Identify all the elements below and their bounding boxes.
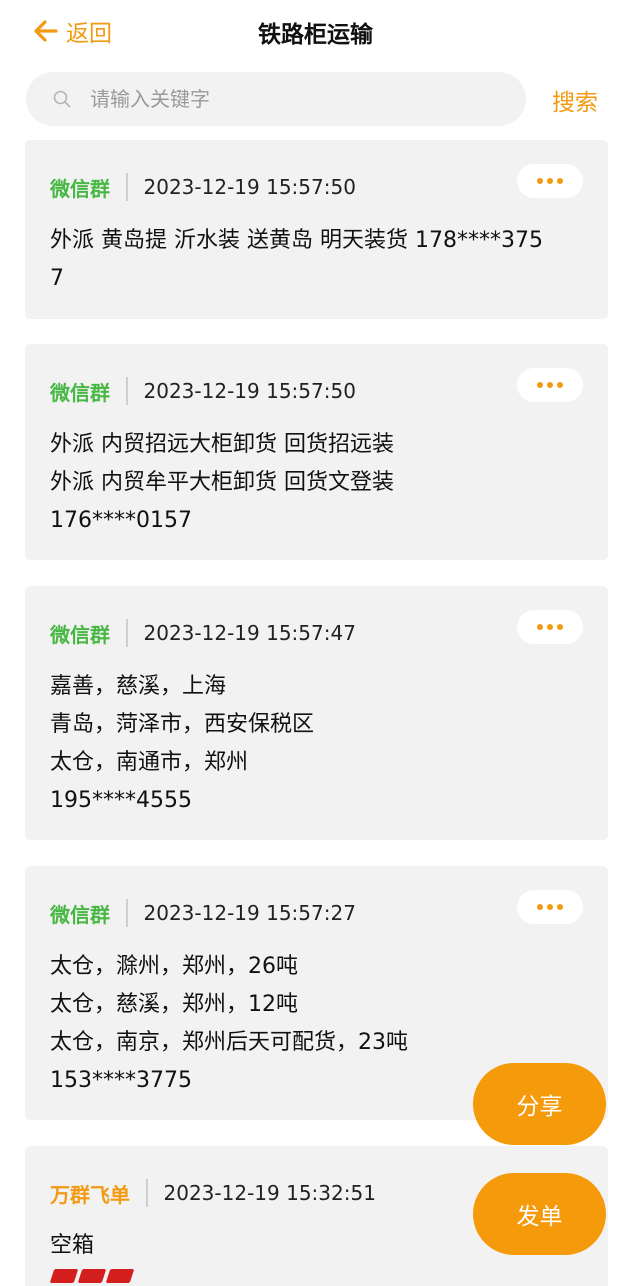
list-item[interactable]: 微信群 2023-12-19 15:57:50 外派 黄岛提 沂水装 送黄岛 明… [25, 140, 608, 319]
source-badge: 微信群 [50, 622, 110, 647]
divider [126, 899, 128, 927]
timestamp: 2023-12-19 15:32:51 [163, 1181, 376, 1205]
source-badge: 微信群 [50, 902, 110, 927]
search-box[interactable] [26, 72, 526, 126]
divider [126, 619, 128, 647]
divider [126, 377, 128, 405]
more-dots-icon [537, 624, 563, 630]
search-input[interactable] [88, 86, 472, 112]
source-badge: 微信群 [50, 176, 110, 201]
source-badge: 万群飞单 [50, 1182, 130, 1207]
timestamp: 2023-12-19 15:57:47 [143, 621, 356, 645]
red-decoration [49, 1269, 135, 1283]
divider [146, 1179, 148, 1207]
timestamp: 2023-12-19 15:57:50 [143, 379, 356, 403]
post-text: 嘉善，慈溪，上海 青岛，菏泽市，西安保税区 太仓，南通市，郑州 195****4… [50, 674, 315, 813]
share-button[interactable]: 分享 [473, 1063, 606, 1145]
divider [126, 173, 128, 201]
source-badge: 微信群 [50, 380, 110, 405]
list-item[interactable]: 微信群 2023-12-19 15:57:47 嘉善，慈溪，上海 青岛，菏泽市，… [25, 586, 608, 840]
search-button[interactable]: 搜索 [552, 83, 598, 117]
page-title: 铁路柜运输 [258, 22, 373, 48]
timestamp: 2023-12-19 15:57:27 [143, 901, 356, 925]
more-dots-icon [537, 382, 563, 388]
post-meta: 微信群 2023-12-19 15:57:50 [50, 375, 356, 407]
search-bar: 搜索 [26, 72, 606, 126]
post-text: 外派 内贸招远大柜卸货 回货招远装 外派 内贸牟平大柜卸货 回货文登装 176*… [50, 432, 394, 533]
timestamp: 2023-12-19 15:57:50 [143, 175, 356, 199]
search-icon [53, 90, 71, 108]
more-button[interactable] [517, 164, 583, 198]
post-meta: 万群飞单 2023-12-19 15:32:51 [50, 1177, 376, 1209]
more-button[interactable] [517, 890, 583, 924]
list-item[interactable]: 微信群 2023-12-19 15:57:50 外派 内贸招远大柜卸货 回货招远… [25, 344, 608, 560]
more-dots-icon [537, 178, 563, 184]
header: 返回 铁路柜运输 [0, 0, 631, 62]
post-text: 外派 黄岛提 沂水装 送黄岛 明天装货 178****375 7 [50, 228, 543, 291]
post-meta: 微信群 2023-12-19 15:57:50 [50, 171, 356, 203]
more-button[interactable] [517, 610, 583, 644]
post-meta: 微信群 2023-12-19 15:57:47 [50, 617, 356, 649]
more-button[interactable] [517, 368, 583, 402]
post-meta: 微信群 2023-12-19 15:57:27 [50, 897, 356, 929]
post-order-button[interactable]: 发单 [473, 1173, 606, 1255]
more-dots-icon [537, 904, 563, 910]
